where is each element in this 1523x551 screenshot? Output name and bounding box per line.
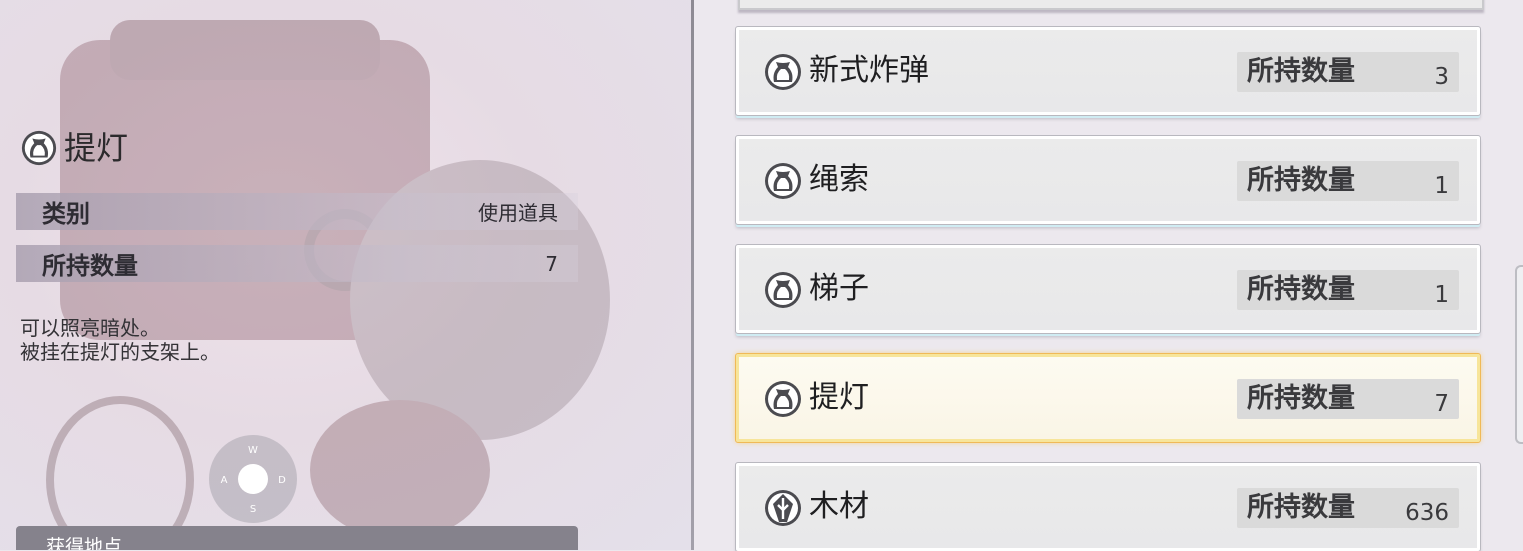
quantity-box: 所持数量 3 (1237, 52, 1459, 92)
attribute-value: 7 (545, 251, 558, 276)
sack-icon (765, 272, 801, 308)
quantity-label: 所持数量 (1247, 274, 1355, 305)
quantity-label: 所持数量 (1247, 56, 1355, 87)
compass-a-label: A (221, 475, 228, 486)
list-scrollbar[interactable] (1515, 265, 1523, 444)
wasd-compass-icon[interactable]: W A D S (208, 434, 298, 524)
compass-s-label: S (250, 504, 256, 515)
quantity-value: 1 (1434, 282, 1449, 308)
quantity-box: 所持数量 636 (1237, 488, 1459, 528)
quantity-value: 3 (1434, 64, 1449, 90)
item-title-text: 提灯 (64, 129, 129, 167)
list-item-partial[interactable] (738, 0, 1484, 10)
quantity-box: 所持数量 7 (1237, 379, 1459, 419)
quantity-box: 所持数量 1 (1237, 270, 1459, 310)
compass-d-label: D (278, 475, 286, 486)
item-title: 提灯 (20, 126, 128, 170)
quantity-label: 所持数量 (1247, 492, 1355, 523)
item-name: 梯子 (809, 271, 869, 306)
attribute-value: 使用道具 (478, 201, 558, 225)
item-description: 可以照亮暗处。 被挂在提灯的支架上。 (20, 316, 220, 364)
attribute-row-quantity: 所持数量 7 (16, 245, 578, 282)
quantity-value: 1 (1434, 173, 1449, 199)
quantity-value: 7 (1434, 391, 1449, 417)
list-item-lantern[interactable]: 提灯 所持数量 7 (735, 353, 1481, 443)
compass-w-label: W (248, 445, 258, 456)
item-name: 木材 (809, 489, 869, 524)
list-item-wood[interactable]: 木材 所持数量 636 (735, 462, 1481, 551)
sack-icon (765, 163, 801, 199)
sack-icon (765, 381, 801, 417)
item-name: 绳索 (809, 162, 869, 197)
attribute-key: 所持数量 (42, 252, 138, 280)
list-item-ladder[interactable]: 梯子 所持数量 1 (735, 244, 1481, 334)
list-item-rope[interactable]: 绳索 所持数量 1 (735, 135, 1481, 225)
list-item-new-bomb[interactable]: 新式炸弹 所持数量 3 (735, 26, 1481, 116)
quantity-value: 636 (1405, 500, 1449, 526)
item-name: 新式炸弹 (809, 53, 929, 88)
acquisition-location-tab[interactable]: 获得地点 (16, 526, 578, 550)
quantity-label: 所持数量 (1247, 383, 1355, 414)
sack-icon (21, 130, 57, 166)
attribute-key: 类别 (42, 200, 90, 228)
attribute-row-category: 类别 使用道具 (16, 193, 578, 230)
material-icon (765, 490, 801, 526)
quantity-box: 所持数量 1 (1237, 161, 1459, 201)
item-detail-panel: 提灯 类别 使用道具 所持数量 7 可以照亮暗处。 被挂在提灯的支架上。 W A… (0, 0, 692, 550)
item-name: 提灯 (809, 380, 869, 415)
sack-icon (765, 54, 801, 90)
quantity-label: 所持数量 (1247, 165, 1355, 196)
